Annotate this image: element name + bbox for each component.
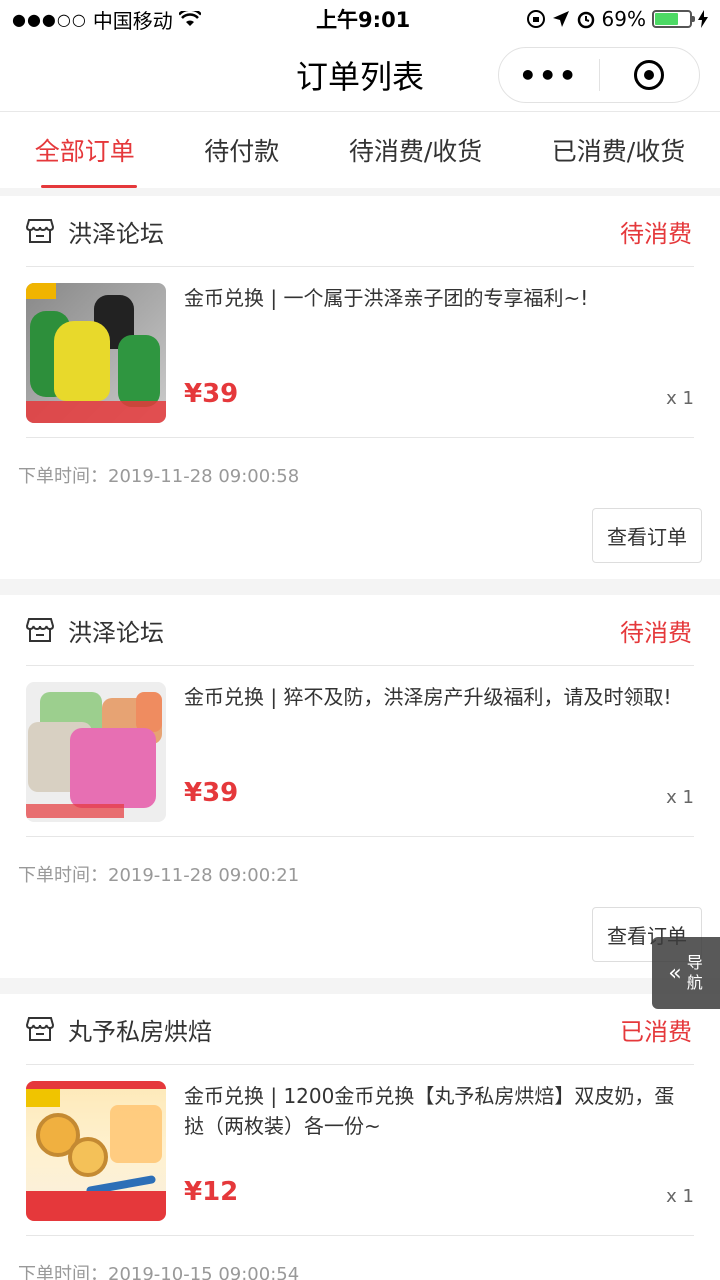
store-icon bbox=[26, 1017, 54, 1041]
mini-program-capsule: ••• bbox=[498, 47, 700, 103]
battery-percent: 69% bbox=[601, 7, 646, 31]
order-time: 下单时间：2019-11-28 09:00:21 bbox=[18, 865, 300, 886]
location-icon bbox=[552, 11, 569, 27]
tab-pending-consumption[interactable]: 待消费/收货 bbox=[339, 112, 492, 188]
double-chevron-left-icon: « bbox=[668, 960, 682, 986]
product-title: 金币兑换 | 一个属于洪泽亲子团的专享福利~! bbox=[184, 286, 589, 310]
battery-icon bbox=[652, 10, 695, 28]
order-status: 待消费 bbox=[620, 618, 692, 647]
order-header: 洪泽论坛 待消费 bbox=[0, 595, 720, 665]
order-header: 洪泽论坛 待消费 bbox=[0, 196, 720, 266]
navigation-bar: 订单列表 ••• bbox=[0, 38, 720, 112]
shop-info[interactable]: 洪泽论坛 bbox=[26, 613, 164, 648]
order-item[interactable]: 金币兑换 | 猝不及防，洪泽房产升级福利，请及时领取! ¥39 x 1 bbox=[26, 665, 694, 837]
product-quantity: x 1 bbox=[666, 1186, 694, 1207]
rotation-lock-icon bbox=[526, 10, 545, 28]
product-thumbnail bbox=[26, 283, 166, 423]
close-button[interactable] bbox=[600, 60, 700, 90]
clock: 上午9:01 bbox=[316, 8, 411, 32]
wifi-icon bbox=[178, 11, 201, 26]
alarm-icon bbox=[577, 11, 594, 29]
product-price: ¥39 bbox=[184, 379, 239, 409]
order-tabs: 全部订单 待付款 待消费/收货 已消费/收货 bbox=[0, 112, 720, 188]
shop-name: 洪泽论坛 bbox=[68, 219, 164, 248]
shop-name: 丸予私房烘焙 bbox=[68, 1017, 212, 1046]
page-title: 订单列表 bbox=[295, 57, 424, 96]
view-order-button[interactable]: 查看订单 bbox=[592, 508, 702, 563]
more-menu-button[interactable]: ••• bbox=[499, 59, 599, 92]
order-status: 待消费 bbox=[620, 219, 692, 248]
tab-consumed[interactable]: 已消费/收货 bbox=[542, 112, 695, 188]
floating-nav-button[interactable]: « 导航 bbox=[652, 937, 720, 1009]
store-icon bbox=[26, 618, 54, 642]
product-thumbnail bbox=[26, 682, 166, 822]
order-card: 丸予私房烘焙 已消费 金币兑换 | 1200金币兑换【丸予私房烘焙】双皮奶，蛋挞… bbox=[0, 994, 720, 1280]
product-price: ¥39 bbox=[184, 778, 239, 808]
order-item[interactable]: 金币兑换 | 一个属于洪泽亲子团的专享福利~! ¥39 x 1 bbox=[26, 266, 694, 438]
floating-nav-label: 导航 bbox=[686, 953, 703, 992]
tab-pending-payment[interactable]: 待付款 bbox=[194, 112, 289, 188]
product-quantity: x 1 bbox=[666, 787, 694, 808]
shop-info[interactable]: 洪泽论坛 bbox=[26, 214, 164, 249]
charging-icon bbox=[698, 10, 708, 28]
product-price: ¥12 bbox=[184, 1177, 239, 1207]
order-card: 洪泽论坛 待消费 金币兑换 | 猝不及防，洪泽房产升级福利，请及时领取! ¥39… bbox=[0, 595, 720, 978]
shop-name: 洪泽论坛 bbox=[68, 618, 164, 647]
order-list: 洪泽论坛 待消费 金币兑换 | 一个属于洪泽亲子团的专享福利~! ¥39 x 1… bbox=[0, 196, 720, 1280]
order-header: 丸予私房烘焙 已消费 bbox=[0, 994, 720, 1064]
order-time: 下单时间：2019-11-28 09:00:58 bbox=[18, 466, 300, 487]
signal-icon: ●●●○○ bbox=[12, 9, 87, 29]
store-icon bbox=[26, 219, 54, 243]
order-time: 下单时间：2019-10-15 09:00:54 bbox=[18, 1264, 300, 1280]
order-item[interactable]: 金币兑换 | 1200金币兑换【丸予私房烘焙】双皮奶，蛋挞（两枚装）各一份~ ¥… bbox=[26, 1064, 694, 1236]
product-title: 金币兑换 | 猝不及防，洪泽房产升级福利，请及时领取! bbox=[184, 685, 672, 709]
shop-info[interactable]: 丸予私房烘焙 bbox=[26, 1012, 212, 1047]
product-quantity: x 1 bbox=[666, 388, 694, 409]
tab-all-orders[interactable]: 全部订单 bbox=[25, 112, 145, 188]
status-bar: ●●●○○ 中国移动 上午9:01 69% bbox=[0, 0, 720, 38]
product-thumbnail bbox=[26, 1081, 166, 1221]
close-target-icon bbox=[634, 60, 665, 90]
carrier-label: 中国移动 bbox=[92, 8, 173, 33]
order-card: 洪泽论坛 待消费 金币兑换 | 一个属于洪泽亲子团的专享福利~! ¥39 x 1… bbox=[0, 196, 720, 579]
product-title: 金币兑换 | 1200金币兑换【丸予私房烘焙】双皮奶，蛋挞（两枚装）各一份~ bbox=[184, 1084, 675, 1138]
order-status: 已消费 bbox=[620, 1017, 692, 1046]
